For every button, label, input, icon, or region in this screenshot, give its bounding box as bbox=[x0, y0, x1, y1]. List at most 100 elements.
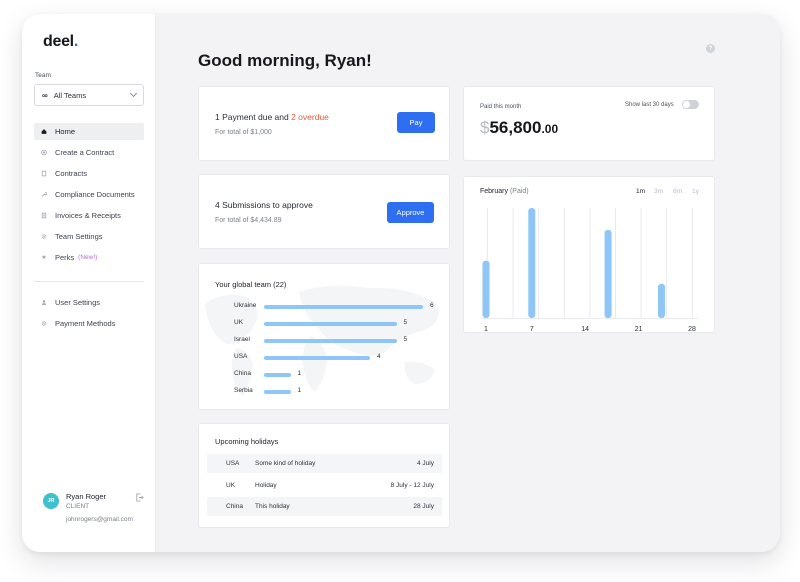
x-tick-label: 21 bbox=[635, 326, 643, 333]
holiday-name: Holiday bbox=[255, 482, 277, 489]
nav-item-user-settings[interactable]: User Settings bbox=[34, 294, 144, 311]
holidays-card: Upcoming holidays USA Some kind of holid… bbox=[198, 423, 450, 528]
paid-this-month-card: Paid this month $56,800.00 Show last 30 … bbox=[463, 86, 715, 161]
holiday-row: China This holiday 28 July bbox=[207, 497, 442, 516]
user-profile[interactable]: JR Ryan Roger CLIENT johnrogers@gmail.co… bbox=[43, 490, 148, 526]
team-country: Serbia bbox=[234, 387, 253, 394]
nav-label: Perks bbox=[55, 253, 75, 262]
nav-item-contracts[interactable]: Contracts bbox=[34, 165, 144, 182]
wrench-icon bbox=[41, 192, 47, 198]
toggle-knob bbox=[683, 101, 690, 108]
holiday-country: China bbox=[226, 503, 243, 510]
team-country: USA bbox=[234, 353, 248, 360]
team-bar bbox=[264, 373, 291, 377]
x-tick-label: 28 bbox=[688, 326, 696, 333]
team-bar bbox=[264, 390, 291, 394]
home-icon bbox=[41, 129, 47, 135]
nav-item-team-settings[interactable]: Team Settings bbox=[34, 228, 144, 245]
team-country: Israel bbox=[234, 336, 250, 343]
nav-label: Create a Contract bbox=[55, 148, 115, 157]
global-team-card: Your global team (22) Ukraine 6 UK 5 Israel 5… bbox=[198, 263, 450, 410]
nav-item-home[interactable]: Home bbox=[34, 123, 144, 140]
paid-amount: $56,800.00 bbox=[480, 118, 559, 137]
team-label: Team bbox=[35, 72, 51, 79]
pay-button[interactable]: Pay bbox=[397, 112, 435, 133]
nav-item-create-contract[interactable]: Create a Contract bbox=[34, 144, 144, 161]
new-badge: (New!) bbox=[78, 254, 98, 261]
logout-icon[interactable] bbox=[135, 493, 144, 502]
nav-label: Team Settings bbox=[55, 232, 103, 241]
team-select[interactable]: ∞ All Teams bbox=[34, 84, 144, 106]
nav-item-invoices-receipts[interactable]: Invoices & Receipts bbox=[34, 207, 144, 224]
nav-item-compliance-documents[interactable]: Compliance Documents bbox=[34, 186, 144, 203]
x-tick-label: 1 bbox=[484, 326, 488, 333]
receipt-icon bbox=[41, 212, 47, 219]
avatar: JR bbox=[43, 493, 59, 509]
main-nav: Home Create a Contract Contracts Complia… bbox=[34, 123, 144, 270]
submissions-title: 4 Submissions to approve bbox=[215, 200, 313, 210]
secondary-nav: User Settings Payment Methods bbox=[34, 294, 144, 336]
chart-bar[interactable] bbox=[482, 260, 490, 318]
global-team-title: Your global team (22) bbox=[215, 280, 287, 289]
holidays-title: Upcoming holidays bbox=[215, 437, 279, 446]
holiday-name: Some kind of holiday bbox=[255, 460, 316, 467]
team-row: Serbia 1 bbox=[199, 387, 449, 399]
team-row: UK 5 bbox=[199, 319, 449, 331]
infinity-icon: ∞ bbox=[42, 90, 48, 100]
team-bar bbox=[264, 322, 397, 326]
team-count: 6 bbox=[430, 302, 434, 309]
holiday-name: This holiday bbox=[255, 503, 290, 510]
holiday-date: 28 July bbox=[413, 503, 434, 510]
user-name: Ryan Roger bbox=[66, 492, 107, 501]
star-icon: ★ bbox=[41, 255, 47, 261]
show-last-30-toggle[interactable] bbox=[682, 100, 699, 109]
gear-icon bbox=[41, 234, 47, 240]
team-country: China bbox=[234, 370, 251, 377]
chart-bar[interactable] bbox=[604, 230, 612, 318]
app-window: deel. Team ∞ All Teams Home Create a Con… bbox=[22, 14, 780, 552]
chevron-down-icon bbox=[129, 89, 138, 98]
nav-label: Compliance Documents bbox=[55, 190, 135, 199]
submissions-card: 4 Submissions to approve For total of $4… bbox=[198, 174, 450, 249]
monthly-bar-chart: 1 7 14 21 28 bbox=[482, 208, 698, 333]
overdue-text[interactable]: 2 overdue bbox=[291, 112, 329, 122]
team-bar bbox=[264, 305, 423, 309]
nav-label: Contracts bbox=[55, 169, 88, 178]
chart-bar[interactable] bbox=[657, 283, 665, 318]
approve-button[interactable]: Approve bbox=[387, 202, 434, 223]
x-tick-label: 14 bbox=[581, 326, 589, 333]
nav-item-payment-methods[interactable]: Payment Methods bbox=[34, 315, 144, 332]
team-count: 5 bbox=[403, 319, 408, 326]
paid-label: Paid this month bbox=[480, 104, 522, 110]
payment-due-card: 1 Payment due and 2 overdue For total of… bbox=[198, 86, 450, 161]
nav-label: Payment Methods bbox=[55, 319, 116, 328]
team-count: 5 bbox=[403, 336, 408, 343]
user-role: CLIENT bbox=[66, 503, 90, 510]
nav-label: Invoices & Receipts bbox=[55, 211, 121, 220]
user-icon bbox=[41, 300, 47, 306]
nav-label: User Settings bbox=[55, 298, 101, 307]
holiday-country: USA bbox=[226, 460, 240, 467]
holiday-date: 4 July bbox=[417, 460, 434, 467]
nav-label: Home bbox=[55, 127, 76, 136]
payment-total: For total of $1,000 bbox=[215, 129, 272, 136]
deel-logo[interactable]: deel. bbox=[43, 33, 78, 51]
team-select-value: All Teams bbox=[53, 90, 87, 100]
team-count: 1 bbox=[297, 387, 302, 394]
team-row: China 1 bbox=[199, 370, 449, 382]
show-last-30-label: Show last 30 days bbox=[625, 102, 674, 108]
holiday-row: UK Holiday 8 July - 12 July bbox=[207, 476, 442, 495]
holiday-row: USA Some kind of holiday 4 July bbox=[207, 454, 442, 473]
gear-icon bbox=[41, 321, 47, 327]
submissions-total: For total of $4,434.89 bbox=[215, 217, 282, 224]
team-country: UK bbox=[234, 319, 244, 326]
chart-bar[interactable] bbox=[528, 208, 536, 318]
team-bar bbox=[264, 339, 397, 343]
nav-item-perks[interactable]: ★ Perks (New!) bbox=[34, 249, 144, 266]
team-count: 1 bbox=[297, 370, 302, 377]
help-icon[interactable]: ? bbox=[706, 44, 715, 53]
nav-divider bbox=[34, 281, 144, 282]
team-row: Israel 5 bbox=[199, 336, 449, 348]
payment-due-title: 1 Payment due and 2 overdue bbox=[215, 112, 329, 122]
team-row: Ukraine 6 bbox=[199, 302, 449, 314]
